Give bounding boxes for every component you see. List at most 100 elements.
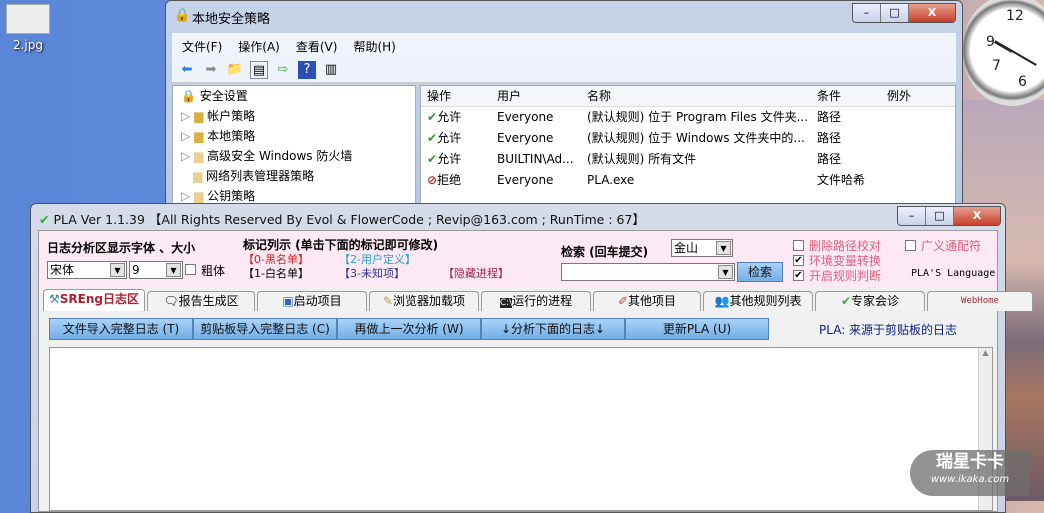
- tree-item[interactable]: ▷ ▆ 帐户策略: [173, 106, 415, 126]
- allow-icon: ✔: [427, 152, 438, 166]
- maximize-button[interactable]: □: [881, 4, 909, 22]
- tree-label: 安全设置: [199, 89, 248, 103]
- forward-arrow-icon[interactable]: ➡: [202, 61, 220, 79]
- tab-processes[interactable]: C:\运行的进程: [481, 291, 591, 311]
- mark-unknown[interactable]: 【3-未知项】: [339, 265, 405, 281]
- tab-sreng-log[interactable]: ⚒SREng日志区: [43, 289, 145, 311]
- cell-name: (默认规则) 所有文件: [587, 152, 697, 166]
- tab-report[interactable]: 🗨报告生成区: [147, 291, 255, 311]
- redo-analysis-button[interactable]: 再做上一次分析 (W): [337, 318, 481, 340]
- table-row[interactable]: ⊘拒绝 Everyone PLA.exe 文件哈希: [421, 170, 955, 191]
- mark-hidden-process[interactable]: 【隐藏进程】: [443, 265, 509, 281]
- update-pla-button[interactable]: 更新PLA (U): [625, 318, 769, 340]
- up-folder-icon[interactable]: 📁: [226, 61, 244, 79]
- clock-number: 6: [1018, 74, 1027, 90]
- import-clipboard-log-button[interactable]: 剪贴板导入完整日志 (C): [193, 318, 337, 340]
- export-list-icon[interactable]: ⇨: [274, 61, 292, 79]
- menu-view[interactable]: 查看(V): [296, 38, 338, 54]
- tab-browser-addons[interactable]: ✎浏览器加载项: [369, 291, 479, 311]
- action-button-bar: 文件导入完整日志 (T) 剪贴板导入完整日志 (C) 再做上一次分析 (W) ↓…: [49, 318, 769, 340]
- tree-label: 网络列表管理器策略: [206, 169, 315, 183]
- column-header[interactable]: 操作: [421, 86, 491, 106]
- column-header[interactable]: 用户: [491, 86, 581, 106]
- tree-item[interactable]: ▷ ▆ 本地策略: [173, 126, 415, 146]
- bold-checkbox[interactable]: [185, 264, 196, 275]
- expand-icon[interactable]: ▷: [181, 129, 190, 143]
- dropdown-arrow-icon: ▼: [166, 263, 181, 277]
- column-header[interactable]: 例外: [881, 86, 951, 106]
- tab-expert[interactable]: ✔专家会诊: [815, 291, 925, 311]
- users-icon: 👥: [714, 294, 730, 308]
- tab-webhome[interactable]: WebHome: [927, 291, 1033, 311]
- show-hide-tree-icon[interactable]: ▤: [250, 61, 268, 79]
- search-label: 检索 (回车提交): [561, 245, 649, 259]
- cell-condition: 路径: [817, 152, 842, 166]
- local-security-policy-window: 🔒 本地安全策略 – □ X 文件(F) 操作(A) 查看(V) 帮助(H) ⬅ ➡…: [165, 0, 963, 212]
- speech-bubble-icon: 🗨: [163, 294, 179, 308]
- expand-icon[interactable]: ▷: [181, 109, 190, 123]
- expand-icon[interactable]: ▷: [181, 149, 190, 163]
- title-text: PLA Ver 1.1.39 【All Rights Reserved By E…: [53, 212, 645, 227]
- pla-window: ✔ PLA Ver 1.1.39 【All Rights Reserved By…: [30, 203, 1033, 513]
- column-header[interactable]: 条件: [811, 86, 881, 106]
- log-textarea[interactable]: ▲: [49, 347, 993, 511]
- toolbar: ⬅ ➡ 📁 ▤ ⇨ ? ▥: [172, 57, 956, 83]
- window-title: ✔ PLA Ver 1.1.39 【All Rights Reserved By…: [39, 209, 645, 228]
- tree-pane: 🔒 安全设置 ▷ ▆ 帐户策略 ▷ ▆ 本地策略 ▷ ▆ 高级安全 Window…: [172, 85, 416, 211]
- size-value: 9: [132, 263, 140, 277]
- action-pane-icon[interactable]: ▥: [322, 61, 340, 79]
- minimize-button[interactable]: –: [898, 207, 926, 225]
- minimize-button[interactable]: –: [853, 4, 881, 22]
- tree-item[interactable]: 🔒 安全设置: [173, 86, 415, 106]
- option-checkbox[interactable]: ✔: [793, 270, 804, 281]
- clock-gadget[interactable]: 12 9 7 6: [962, 0, 1044, 106]
- table-row[interactable]: ✔允许 Everyone (默认规则) 位于 Program Files 文件夹..…: [421, 107, 955, 128]
- analyze-log-button[interactable]: ↓分析下面的日志↓: [481, 318, 625, 340]
- folder-icon: ▆: [194, 149, 204, 163]
- help-icon[interactable]: ?: [298, 61, 316, 79]
- cell-user: Everyone: [497, 173, 554, 187]
- cell-action: 拒绝: [437, 173, 462, 187]
- back-arrow-icon[interactable]: ⬅: [178, 61, 196, 79]
- tree-item[interactable]: ▷ ▆ 高级安全 Windows 防火墙: [173, 146, 415, 166]
- close-button[interactable]: X: [909, 4, 955, 22]
- menu-help[interactable]: 帮助(H): [353, 38, 395, 54]
- tab-label: 运行的进程: [512, 294, 573, 308]
- bold-label: 粗体: [201, 264, 226, 278]
- tab-other-rules[interactable]: 👥其他规则列表: [703, 291, 813, 311]
- watermark-logo: 瑞星卡卡 www.ikaka.com: [910, 450, 1030, 496]
- folder-icon: ▆: [193, 169, 203, 183]
- table-row[interactable]: ✔允许 Everyone (默认规则) 位于 Windows 文件夹中的... 路径: [421, 128, 955, 149]
- menu-file[interactable]: 文件(F): [182, 38, 222, 54]
- option-checkbox[interactable]: [905, 240, 916, 251]
- option-checkbox[interactable]: ✔: [793, 255, 804, 266]
- search-button[interactable]: 检索: [737, 262, 783, 282]
- tab-other-items[interactable]: ✐其他项目: [593, 291, 701, 311]
- expand-icon[interactable]: ▷: [181, 189, 190, 203]
- desktop-file-icon[interactable]: 2.jpg: [4, 4, 52, 64]
- image-thumbnail-icon: [6, 4, 50, 34]
- scroll-up-icon[interactable]: ▲: [982, 348, 988, 357]
- column-header[interactable]: 名称: [581, 86, 811, 106]
- import-file-log-button[interactable]: 文件导入完整日志 (T): [49, 318, 193, 340]
- settings-panel: 日志分析区显示字体 、大小 宋体 ▼ 9 ▼ 粗体 标记列示 (单击下面的标记即可修…: [39, 231, 997, 287]
- mark-whitelist[interactable]: 【1-白名单】: [243, 265, 309, 281]
- deny-icon: ⊘: [427, 173, 438, 187]
- tab-startup[interactable]: ▣启动项目: [257, 291, 367, 311]
- menu-action[interactable]: 操作(A): [238, 38, 280, 54]
- search-engine-select[interactable]: 金山 ▼: [671, 239, 733, 257]
- cell-condition: 文件哈希: [817, 173, 866, 187]
- tree-item[interactable]: ▆ 网络列表管理器策略: [173, 166, 415, 186]
- tree-label: 高级安全 Windows 防火墙: [207, 149, 353, 163]
- console-icon: C:\: [499, 298, 513, 308]
- close-button[interactable]: X: [954, 207, 1000, 225]
- size-select[interactable]: 9 ▼: [129, 261, 183, 279]
- search-input[interactable]: ▼: [561, 263, 735, 281]
- font-select[interactable]: 宋体 ▼: [47, 261, 127, 279]
- dropdown-arrow-icon: ▼: [110, 263, 125, 277]
- cell-action: 允许: [437, 152, 462, 166]
- language-link[interactable]: PLA'S Language: [911, 268, 995, 279]
- option-checkbox[interactable]: [793, 240, 804, 251]
- maximize-button[interactable]: □: [926, 207, 954, 225]
- table-row[interactable]: ✔允许 BUILTIN\Ad... (默认规则) 所有文件 路径: [421, 149, 955, 170]
